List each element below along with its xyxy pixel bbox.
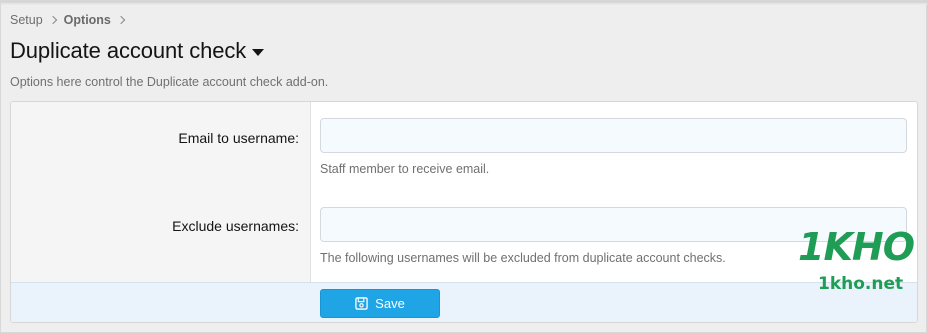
- exclude-usernames-label: Exclude usernames:: [172, 218, 299, 234]
- top-shadow: [1, 1, 927, 5]
- page-description: Options here control the Duplicate accou…: [10, 75, 329, 89]
- breadcrumb: Setup Options: [10, 13, 132, 27]
- chevron-right-icon: [116, 15, 126, 25]
- form-submit-row: Save: [11, 282, 917, 322]
- watermark-site: 1kho.net: [818, 274, 904, 294]
- chevron-right-icon: [48, 15, 58, 25]
- save-button-label: Save: [375, 296, 405, 311]
- breadcrumb-item-options[interactable]: Options: [64, 13, 111, 27]
- caret-down-icon[interactable]: [252, 49, 265, 56]
- save-button[interactable]: Save: [320, 289, 440, 318]
- email-to-username-label: Email to username:: [178, 130, 299, 146]
- email-to-username-input[interactable]: [320, 118, 907, 153]
- page-title: Duplicate account check: [10, 38, 247, 63]
- email-to-username-hint: Staff member to receive email.: [320, 162, 490, 176]
- options-form: Email to username: Staff member to recei…: [10, 101, 918, 323]
- breadcrumb-item-setup[interactable]: Setup: [10, 13, 43, 27]
- save-icon: [355, 297, 368, 310]
- watermark: 1KHO 1kho.net: [798, 227, 918, 303]
- title-row: Duplicate account check: [10, 38, 265, 64]
- exclude-usernames-hint: The following usernames will be excluded…: [320, 251, 726, 265]
- watermark-logo: 1KHO: [798, 225, 915, 269]
- admin-page: Setup Options Duplicate account check Op…: [0, 0, 927, 333]
- label-column: [11, 102, 311, 282]
